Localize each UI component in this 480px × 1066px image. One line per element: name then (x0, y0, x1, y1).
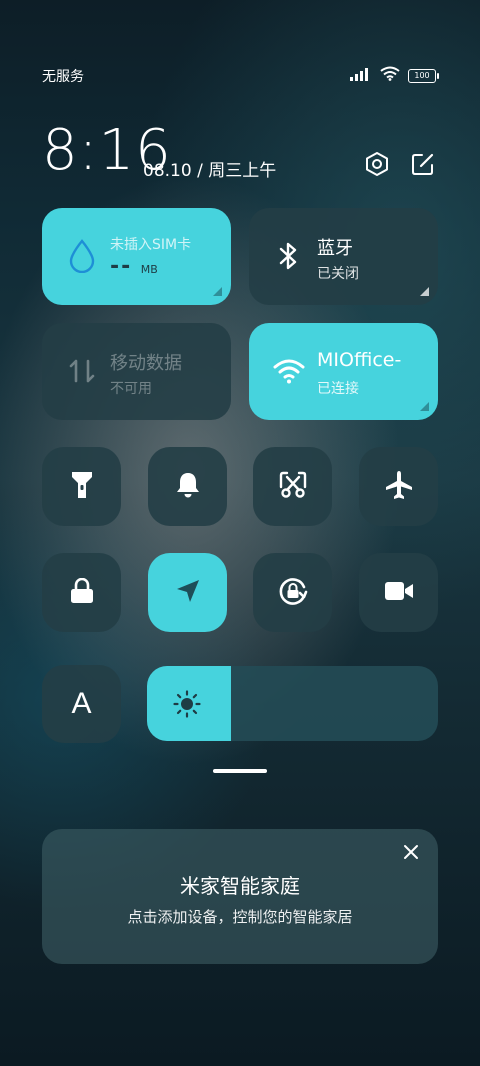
location-toggle[interactable] (148, 553, 227, 632)
sim-usage-unit: MB (140, 263, 158, 276)
sim-data-tile[interactable]: 未插入SIM卡 -- MB (42, 208, 231, 305)
lock-screen-toggle[interactable] (42, 553, 121, 632)
mijia-title: 米家智能家庭 (180, 874, 300, 898)
bell-icon (175, 471, 201, 503)
sim-title: 未插入SIM卡 (110, 237, 192, 253)
auto-brightness-label: A (71, 687, 92, 720)
bluetooth-title: 蓝牙 (317, 238, 353, 259)
bluetooth-icon (271, 238, 307, 274)
mijia-card[interactable]: 米家智能家庭 点击添加设备，控制您的智能家居 (42, 829, 438, 964)
data-transfer-icon (64, 353, 100, 389)
wifi-network-name: MIOffice- (317, 349, 402, 371)
clock-date: 08.10 / 周三上午 (143, 161, 277, 181)
bluetooth-status: 已关闭 (317, 266, 359, 282)
wifi-status-icon (380, 66, 400, 85)
flashlight-toggle[interactable] (42, 447, 121, 526)
location-icon (175, 578, 201, 608)
screen-recorder-toggle[interactable] (359, 553, 438, 632)
silent-toggle[interactable] (148, 447, 227, 526)
bluetooth-tile[interactable]: 蓝牙 已关闭 (249, 208, 438, 305)
rotation-lock-toggle[interactable] (253, 553, 332, 632)
battery-icon: 100 (408, 68, 439, 83)
lock-icon (70, 577, 94, 608)
status-icons: 100 (350, 66, 439, 85)
flashlight-icon (70, 470, 94, 504)
signal-icon (350, 66, 372, 85)
auto-brightness-toggle[interactable]: A (42, 665, 121, 743)
wifi-tile[interactable]: MIOffice- 已连接 (249, 323, 438, 420)
mobile-data-title: 移动数据 (110, 353, 182, 374)
expand-corner-icon (420, 402, 429, 411)
expand-corner-icon (213, 287, 222, 296)
brightness-slider[interactable] (147, 666, 438, 741)
water-drop-icon (64, 238, 100, 274)
mobile-data-status: 不可用 (110, 381, 152, 397)
drag-handle[interactable] (213, 769, 267, 773)
settings-gear-icon[interactable] (363, 150, 391, 178)
airplane-mode-toggle[interactable] (359, 447, 438, 526)
sim-usage-value: -- (110, 254, 133, 279)
sun-icon (173, 690, 201, 718)
mobile-data-tile[interactable]: 移动数据 不可用 (42, 323, 231, 420)
carrier-status: 无服务 (42, 69, 84, 85)
close-icon[interactable] (400, 841, 422, 863)
expand-corner-icon (420, 287, 429, 296)
video-camera-icon (384, 580, 414, 606)
mijia-subtitle: 点击添加设备，控制您的智能家居 (127, 908, 353, 926)
sim-usage: -- MB (110, 254, 158, 279)
wifi-status: 已连接 (317, 381, 359, 397)
screenshot-toggle[interactable] (253, 447, 332, 526)
screenshot-icon (279, 471, 307, 503)
airplane-icon (384, 470, 414, 504)
rotation-lock-icon (277, 575, 309, 611)
wifi-icon (271, 353, 307, 389)
edit-icon[interactable] (409, 150, 437, 178)
